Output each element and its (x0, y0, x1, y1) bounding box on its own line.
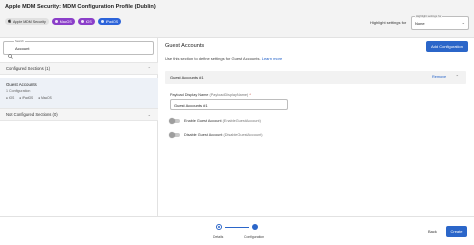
chip-label: iPadOS (105, 19, 119, 24)
highlight-settings-label: Highlight settings for (370, 20, 407, 25)
wizard-footer: Details Configuration Back Create (0, 216, 474, 245)
disable-guest-account-row: Disable Guest Account (DisableGuestAccou… (169, 132, 263, 138)
remove-button[interactable]: Remove (432, 75, 446, 79)
platform-label: MacOS (41, 96, 52, 100)
page-header: Apple MDM Security: MDM Configuration Pr… (0, 0, 474, 38)
payload-display-name-label: Payload Display Name (PayloadDisplayName… (170, 93, 251, 97)
search-icon (8, 46, 13, 64)
enable-guest-account-toggle[interactable] (169, 118, 180, 124)
platform-macos: ● MacOS (38, 96, 52, 100)
toggle-label: Enable Guest Account (EnableGuestAccount… (184, 119, 261, 123)
main-panel: Guest Accounts Add Configuration Use thi… (158, 38, 474, 216)
chevron-down-icon: ⌄ (461, 20, 465, 25)
create-button[interactable]: Create (446, 226, 467, 237)
chip-ipados: iPadOS (97, 18, 122, 25)
field-label-text: Payload Display Name (170, 93, 209, 97)
chip-label: MacOS (59, 19, 72, 24)
platform-ipados: ● iPadOS (19, 96, 33, 100)
learn-more-link[interactable]: Learn more (262, 56, 282, 61)
payload-display-name-input[interactable]: Guest Accounts #1 (170, 99, 288, 110)
chip-label: iOS (85, 19, 92, 24)
platform-label: iOS (8, 96, 15, 100)
chip-apple-mdm-security: Apple MDM Security (5, 18, 49, 25)
section-header-label: Configured Sections (1) (6, 66, 50, 71)
step-label-configuration: Configuration (244, 235, 265, 239)
toggle-knob (169, 132, 175, 138)
add-configuration-button[interactable]: Add Configuration (426, 41, 468, 52)
step-configuration-indicator[interactable] (252, 224, 258, 230)
step-connector (225, 226, 249, 228)
dot-icon (54, 20, 58, 23)
dot-icon (80, 20, 84, 23)
chip-macos: MacOS (51, 18, 75, 25)
select-float-label: Highlight settings for (415, 14, 443, 18)
step-details-indicator[interactable] (216, 224, 222, 230)
chevron-up-icon[interactable]: ⌃ (456, 74, 459, 79)
step-label-details: Details (213, 235, 224, 239)
apple-icon: ● (38, 96, 41, 100)
not-configured-sections-header[interactable]: Not Configured Sections (0) ⌄ (0, 108, 158, 121)
search-value: Account (15, 46, 30, 51)
card-title: Guest Accounts #1 (170, 75, 204, 80)
field-label-hint: (PayloadDisplayName) (209, 93, 249, 97)
apple-icon (8, 19, 12, 24)
chip-ios: iOS (77, 18, 95, 25)
configuration-card: Guest Accounts #1 Remove ⌃ Payload Displ… (165, 71, 466, 151)
back-button[interactable]: Back (428, 229, 437, 234)
step-dot (218, 226, 220, 228)
required-marker: * (249, 93, 251, 97)
section-item-sub: 1 Configuration (6, 89, 31, 93)
apple-icon: ● (6, 96, 8, 100)
platform-list: ● iOS ● iPadOS ● MacOS (6, 96, 152, 100)
section-item-name: Guest Accounts (6, 82, 37, 87)
section-header-label: Not Configured Sections (0) (6, 112, 58, 117)
toggle-label-hint: (DisableGuestAccount) (223, 133, 263, 137)
section-description: Use this section to define settings for … (165, 56, 282, 61)
search-input[interactable]: Search Account (3, 39, 154, 59)
page-title: Apple MDM Security: MDM Configuration Pr… (5, 4, 156, 10)
toggle-label-text: Enable Guest Account (184, 119, 222, 123)
toggle-knob (169, 118, 175, 124)
card-header[interactable]: Guest Accounts #1 Remove ⌃ (165, 71, 466, 84)
select-value: None (415, 21, 425, 26)
sidebar-item-guest-accounts[interactable]: Guest Accounts 1 Configuration ● iOS ● iPa… (0, 78, 158, 108)
apple-icon: ● (19, 96, 22, 100)
search-float-label: Search (14, 39, 25, 43)
sections-sidebar: Search Account Configured Sections (1) ⌃… (0, 38, 158, 216)
enable-guest-account-row: Enable Guest Account (EnableGuestAccount… (169, 118, 261, 124)
chevron-up-icon: ⌃ (147, 66, 151, 71)
toggle-label-hint: (EnableGuestAccount) (222, 119, 261, 123)
disable-guest-account-toggle[interactable] (169, 132, 180, 138)
toggle-label-text: Disable Guest Account (184, 133, 223, 137)
chevron-down-icon: ⌄ (147, 112, 151, 117)
section-title: Guest Accounts (165, 43, 205, 49)
platform-ios: ● iOS (6, 96, 14, 100)
platform-label: iPadOS (22, 96, 34, 100)
toggle-label: Disable Guest Account (DisableGuestAccou… (184, 133, 263, 137)
chip-label: Apple MDM Security (13, 19, 46, 24)
dot-icon (100, 20, 104, 23)
configured-sections-header[interactable]: Configured Sections (1) ⌃ (0, 62, 158, 75)
highlight-settings-select[interactable]: Highlight settings for None ⌄ (411, 14, 469, 30)
description-text: Use this section to define settings for … (165, 56, 261, 61)
platform-chips: Apple MDM Security MacOS iOS iPadOS (5, 18, 122, 25)
